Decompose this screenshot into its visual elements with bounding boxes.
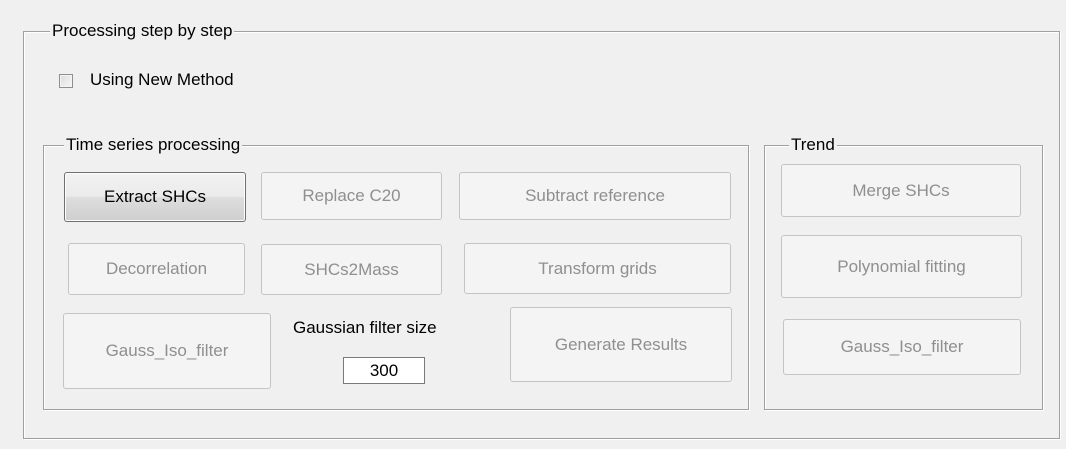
gaussian-filter-size-label: Gaussian filter size <box>293 318 437 337</box>
polynomial-fitting-button[interactable]: Polynomial fitting <box>781 235 1022 298</box>
generate-results-button[interactable]: Generate Results <box>510 307 732 382</box>
merge-shcs-button[interactable]: Merge SHCs <box>781 164 1021 217</box>
shcs2mass-button[interactable]: SHCs2Mass <box>261 244 442 295</box>
extract-shcs-button[interactable]: Extract SHCs <box>64 172 246 222</box>
time-series-group-title: Time series processing <box>64 135 243 155</box>
transform-grids-button[interactable]: Transform grids <box>464 243 731 294</box>
using-new-method-label[interactable]: Using New Method <box>90 70 234 90</box>
trend-gauss-iso-filter-button[interactable]: Gauss_Iso_filter <box>783 319 1021 375</box>
subtract-reference-button[interactable]: Subtract reference <box>459 172 731 220</box>
replace-c20-button[interactable]: Replace C20 <box>261 172 442 220</box>
gaussian-filter-size-input[interactable] <box>343 357 425 384</box>
processing-panel-title: Processing step by step <box>50 21 235 41</box>
decorrelation-button[interactable]: Decorrelation <box>68 243 245 295</box>
gauss-iso-filter-button[interactable]: Gauss_Iso_filter <box>63 313 271 389</box>
using-new-method-checkbox[interactable] <box>59 74 73 88</box>
trend-group-title: Trend <box>789 135 837 155</box>
